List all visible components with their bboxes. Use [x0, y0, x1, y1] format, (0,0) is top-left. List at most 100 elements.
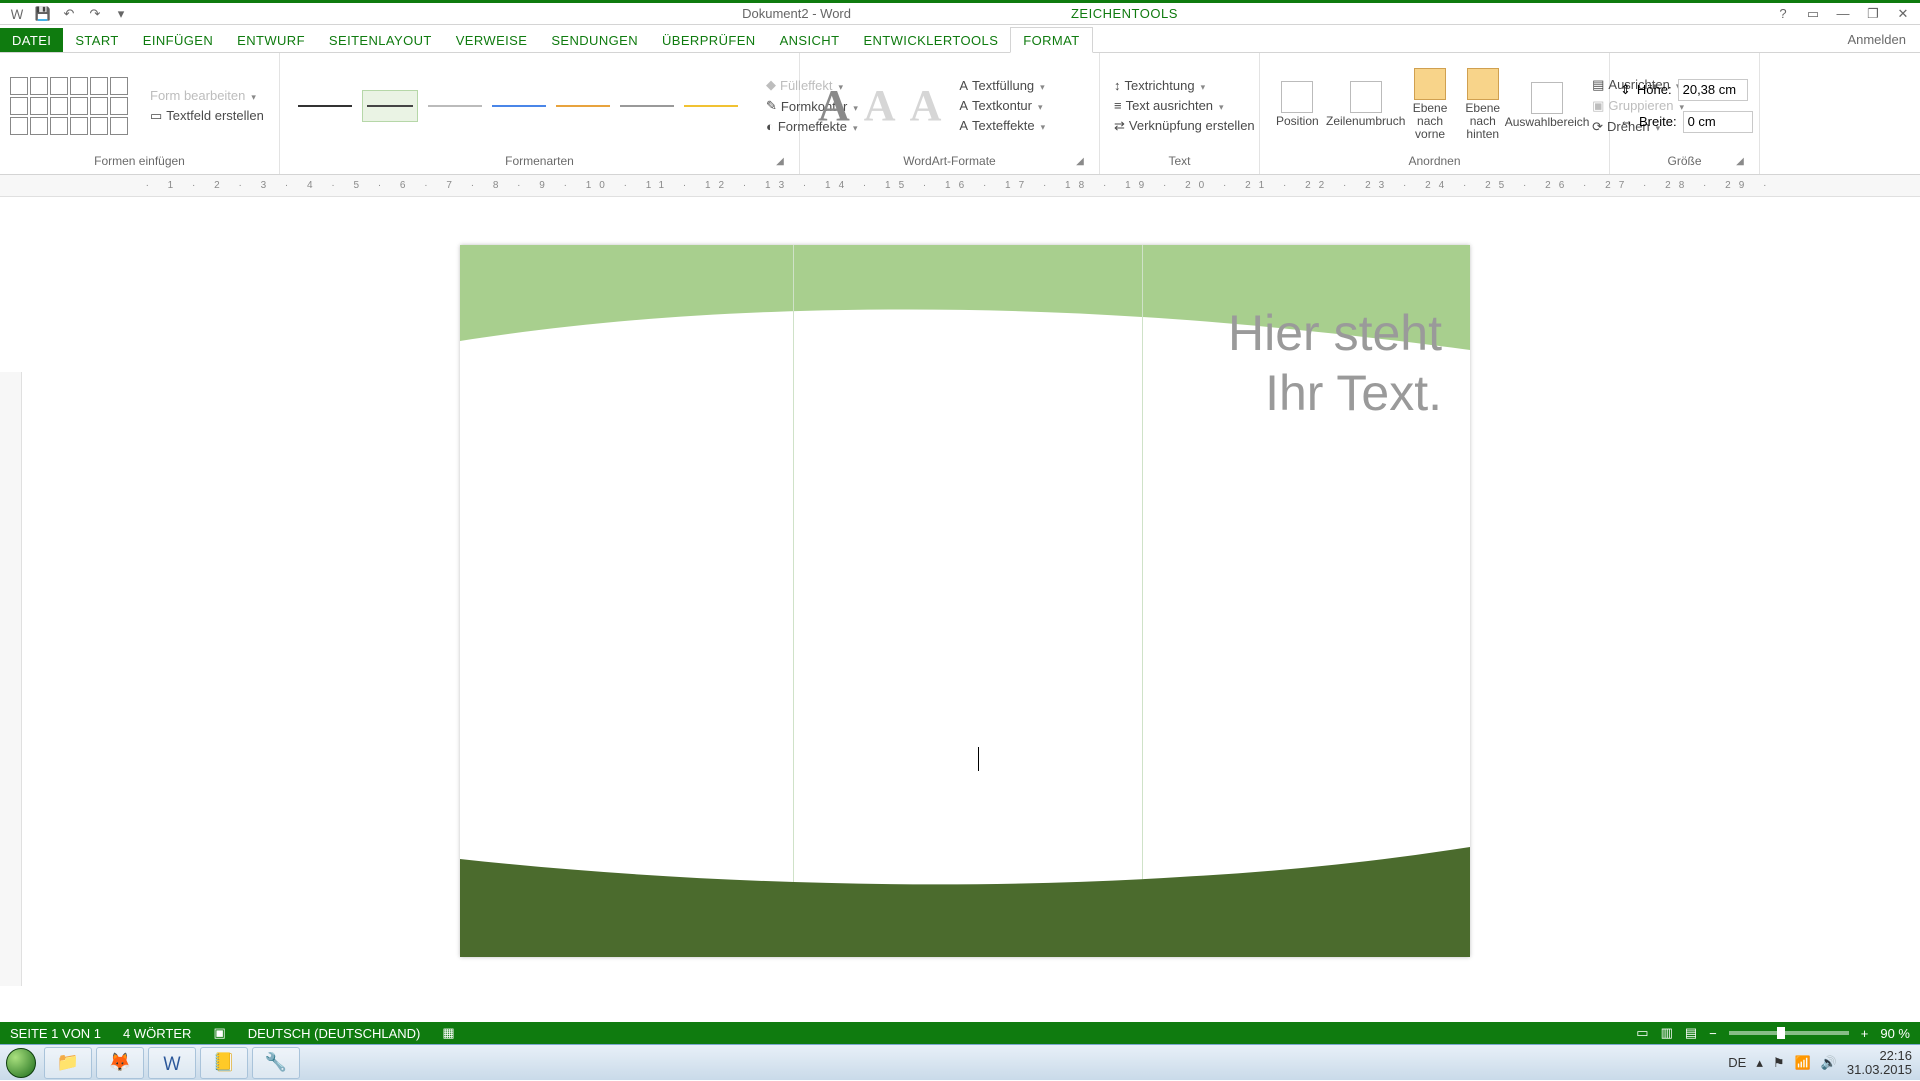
word-app-icon: Ｗ: [8, 5, 26, 23]
height-icon: ⇕: [1620, 82, 1631, 98]
group-label: Text: [1110, 154, 1249, 172]
redo-icon[interactable]: ↷: [86, 5, 104, 23]
taskbar-explorer[interactable]: 📁: [44, 1047, 92, 1079]
ribbon-display-options-icon[interactable]: ▭: [1802, 6, 1824, 22]
placeholder-text[interactable]: Hier steht Ihr Text.: [1228, 303, 1442, 423]
group-wordart: AAA ATextfüllung ATextkontur ATexteffekt…: [800, 53, 1100, 174]
vertical-ruler[interactable]: [0, 372, 22, 986]
group-formen-einfuegen: Form bearbeiten ▭Textfeld erstellen Form…: [0, 53, 280, 174]
tray-lang[interactable]: DE: [1728, 1055, 1746, 1070]
ribbon-tabs: DATEI START EINFÜGEN ENTWURF SEITENLAYOU…: [0, 25, 1920, 53]
zoom-out-button[interactable]: −: [1709, 1026, 1717, 1041]
zeilenumbruch-button[interactable]: Zeilenumbruch: [1331, 81, 1401, 130]
tab-seitenlayout[interactable]: SEITENLAYOUT: [317, 28, 444, 52]
group-anordnen: Position Zeilenumbruch Ebene nach vorne …: [1260, 53, 1610, 174]
quick-access-toolbar: Ｗ 💾 ↶ ↷ ▾: [0, 5, 130, 23]
tab-sendungen[interactable]: SENDUNGEN: [539, 28, 650, 52]
document-title: Dokument2 - Word: [742, 6, 851, 21]
shape-styles-gallery[interactable]: [290, 90, 746, 122]
taskbar-firefox[interactable]: 🦊: [96, 1047, 144, 1079]
spellcheck-icon[interactable]: ▣: [213, 1025, 225, 1041]
tab-entwicklertools[interactable]: ENTWICKLERTOOLS: [851, 28, 1010, 52]
save-icon[interactable]: 💾: [34, 5, 52, 23]
ebene-nach-vorne-button[interactable]: Ebene nach vorne: [1407, 68, 1454, 144]
maximize-button[interactable]: ❐: [1862, 6, 1884, 22]
tab-entwurf[interactable]: ENTWURF: [225, 28, 317, 52]
textfeld-erstellen-button[interactable]: ▭Textfeld erstellen: [146, 107, 268, 125]
dialog-launcher-icon[interactable]: ◢: [1733, 156, 1747, 170]
group-formenarten: ◆Fülleffekt ✎Formkontur ◐Formeffekte For…: [280, 53, 800, 174]
tab-datei[interactable]: DATEI: [0, 28, 63, 52]
group-label: Formenarten◢: [290, 154, 789, 172]
height-label: Höhe:: [1637, 82, 1672, 97]
windows-taskbar: 📁 🦊 Ｗ 📒 🔧 DE ▴ ⚑ 📶 🔊 22:16 31.03.2015: [0, 1044, 1920, 1080]
group-groesse: ⇕ Höhe: ⇔ Breite: Größe◢: [1610, 53, 1760, 174]
tab-ueberpruefen[interactable]: ÜBERPRÜFEN: [650, 28, 768, 52]
windows-orb-icon: [6, 1048, 36, 1078]
sign-in-link[interactable]: Anmelden: [1833, 27, 1920, 52]
undo-icon[interactable]: ↶: [60, 5, 78, 23]
help-icon[interactable]: ?: [1772, 6, 1794, 21]
taskbar-app[interactable]: 🔧: [252, 1047, 300, 1079]
shapes-gallery[interactable]: [10, 77, 140, 135]
textkontur-button: ATextkontur: [955, 97, 1049, 114]
position-button[interactable]: Position: [1270, 81, 1325, 130]
zoom-in-button[interactable]: +: [1861, 1026, 1869, 1041]
zoom-slider[interactable]: [1729, 1031, 1849, 1035]
minimize-button[interactable]: —: [1832, 6, 1854, 21]
text-cursor: [978, 747, 979, 771]
language-indicator[interactable]: DEUTSCH (DEUTSCHLAND): [248, 1026, 421, 1041]
tab-format[interactable]: FORMAT: [1010, 27, 1092, 53]
textfuellung-button: ATextfüllung: [955, 77, 1049, 94]
tray-chevron-icon[interactable]: ▴: [1756, 1055, 1763, 1071]
group-label: Anordnen: [1270, 154, 1599, 172]
word-count[interactable]: 4 WÖRTER: [123, 1026, 191, 1041]
width-icon: ⇔: [1620, 114, 1633, 129]
system-tray: DE ▴ ⚑ 📶 🔊 22:16 31.03.2015: [1728, 1049, 1920, 1076]
group-label: Größe◢: [1620, 154, 1749, 172]
group-label: Formen einfügen: [10, 154, 269, 172]
tab-start[interactable]: START: [63, 28, 130, 52]
tray-network-icon[interactable]: 📶: [1795, 1055, 1811, 1071]
view-read-icon[interactable]: ▭: [1636, 1025, 1648, 1041]
dialog-launcher-icon[interactable]: ◢: [1073, 156, 1087, 170]
group-label: WordArt-Formate◢: [810, 154, 1089, 172]
texteffekte-button: ATexteffekte: [955, 117, 1049, 134]
view-print-icon[interactable]: ▥: [1661, 1025, 1673, 1041]
tab-einfuegen[interactable]: EINFÜGEN: [131, 28, 225, 52]
tab-ansicht[interactable]: ANSICHT: [768, 28, 852, 52]
verknuepfung-button: ⇄Verknüpfung erstellen: [1110, 117, 1259, 135]
footer-green-shape[interactable]: [460, 847, 1470, 957]
taskbar-notes[interactable]: 📒: [200, 1047, 248, 1079]
width-input[interactable]: [1683, 111, 1753, 133]
wordart-gallery[interactable]: AAA: [810, 80, 949, 131]
title-bar: Ｗ 💾 ↶ ↷ ▾ Dokument2 - Word ZEICHENTOOLS …: [0, 0, 1920, 25]
tab-verweise[interactable]: VERWEISE: [444, 28, 540, 52]
textrichtung-button: ↕Textrichtung: [1110, 77, 1259, 94]
qat-customize-icon[interactable]: ▾: [112, 5, 130, 23]
status-bar: SEITE 1 VON 1 4 WÖRTER ▣ DEUTSCH (DEUTSC…: [0, 1022, 1920, 1044]
start-button[interactable]: [0, 1045, 42, 1081]
ribbon: Form bearbeiten ▭Textfeld erstellen Form…: [0, 53, 1920, 175]
horizontal-ruler[interactable]: · 1 · 2 · 3 · 4 · 5 · 6 · 7 · 8 · 9 · 10…: [0, 175, 1920, 197]
tray-clock[interactable]: 22:16 31.03.2015: [1847, 1049, 1912, 1076]
macro-icon[interactable]: ▦: [442, 1025, 454, 1041]
view-web-icon[interactable]: ▤: [1685, 1025, 1697, 1041]
width-label: Breite:: [1639, 114, 1677, 129]
ebene-nach-hinten-button[interactable]: Ebene nach hinten: [1459, 68, 1506, 144]
group-text: ↕Textrichtung ≡Text ausrichten ⇄Verknüpf…: [1100, 53, 1260, 174]
tray-volume-icon[interactable]: 🔊: [1821, 1055, 1837, 1071]
height-input[interactable]: [1678, 79, 1748, 101]
taskbar-word[interactable]: Ｗ: [148, 1047, 196, 1079]
form-bearbeiten-button: Form bearbeiten: [146, 87, 268, 104]
dialog-launcher-icon[interactable]: ◢: [773, 156, 787, 170]
document-workspace: · 1 · 2 · 3 · 4 · 5 · 6 · 7 · 8 · 9 · 10…: [0, 175, 1920, 1022]
text-ausrichten-button: ≡Text ausrichten: [1110, 97, 1259, 114]
zoom-level[interactable]: 90 %: [1880, 1026, 1910, 1041]
close-button[interactable]: ✕: [1892, 6, 1914, 22]
contextual-tool-title: ZEICHENTOOLS: [1071, 6, 1178, 21]
document-page[interactable]: Hier steht Ihr Text.: [460, 245, 1470, 957]
tray-flag-icon[interactable]: ⚑: [1773, 1055, 1785, 1071]
page-indicator[interactable]: SEITE 1 VON 1: [10, 1026, 101, 1041]
auswahlbereich-button[interactable]: Auswahlbereich: [1512, 82, 1582, 129]
